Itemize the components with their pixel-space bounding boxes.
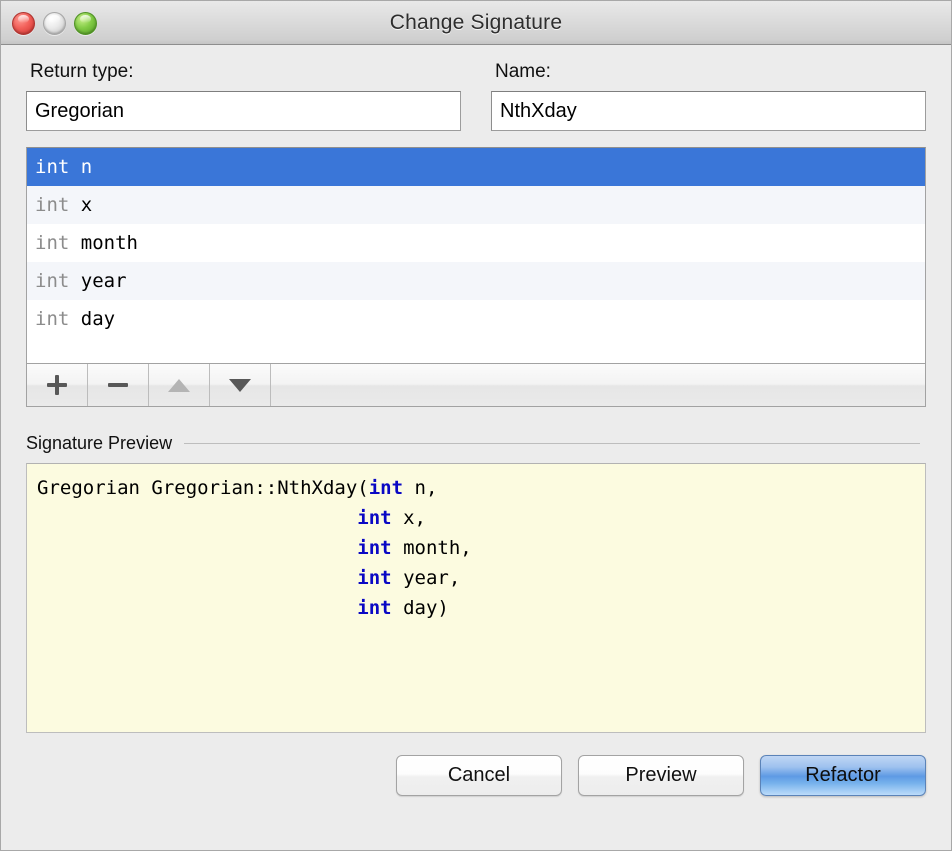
cancel-button[interactable]: Cancel — [396, 755, 562, 796]
parameter-name: year — [69, 270, 126, 292]
name-input[interactable] — [491, 91, 926, 131]
keyword-token: int — [369, 477, 403, 499]
zoom-icon[interactable] — [74, 12, 97, 35]
move-up-button[interactable] — [149, 364, 210, 406]
parameter-type: int — [35, 156, 69, 178]
triangle-up-icon — [168, 379, 190, 392]
parameter-toolbar — [26, 364, 926, 407]
change-signature-dialog: Change Signature Return type: Name: int … — [0, 0, 952, 851]
minimize-icon[interactable] — [43, 12, 66, 35]
move-down-button[interactable] — [210, 364, 271, 406]
signature-preview-text: Gregorian Gregorian::NthXday(int n, int … — [26, 463, 926, 733]
minus-icon — [108, 375, 128, 395]
keyword-token: int — [357, 597, 391, 619]
parameter-row[interactable]: int x — [27, 186, 925, 224]
parameter-type: int — [35, 194, 69, 216]
parameter-list-empty-area[interactable] — [27, 338, 925, 363]
parameter-list-container: int nint xint monthint yearint day — [26, 147, 926, 364]
parameter-name: n — [69, 156, 92, 178]
parameter-row[interactable]: int day — [27, 300, 925, 338]
return-type-label: Return type: — [30, 61, 461, 83]
add-parameter-button[interactable] — [27, 364, 88, 406]
parameter-name: x — [69, 194, 92, 216]
keyword-token: int — [357, 567, 391, 589]
parameter-row[interactable]: int month — [27, 224, 925, 262]
window-title: Change Signature — [1, 11, 951, 35]
parameter-type: int — [35, 232, 69, 254]
dialog-content: Return type: Name: int nint xint monthin… — [1, 45, 951, 816]
parameter-name: day — [69, 308, 115, 330]
triangle-down-icon — [229, 379, 251, 392]
plus-icon — [47, 375, 67, 395]
name-label: Name: — [495, 61, 926, 83]
group-divider — [184, 443, 920, 444]
keyword-token: int — [357, 537, 391, 559]
parameter-type: int — [35, 270, 69, 292]
remove-parameter-button[interactable] — [88, 364, 149, 406]
name-group: Name: — [491, 61, 926, 131]
parameter-name: month — [69, 232, 138, 254]
title-bar: Change Signature — [1, 1, 951, 45]
parameter-list[interactable]: int nint xint monthint yearint day — [27, 148, 925, 363]
window-controls — [12, 1, 97, 45]
signature-preview-header: Signature Preview — [26, 433, 926, 454]
parameter-row[interactable]: int year — [27, 262, 925, 300]
toolbar-spacer — [271, 364, 925, 406]
return-type-input[interactable] — [26, 91, 461, 131]
parameter-row[interactable]: int n — [27, 148, 925, 186]
return-type-group: Return type: — [26, 61, 461, 131]
top-fields: Return type: Name: — [26, 45, 926, 131]
close-icon[interactable] — [12, 12, 35, 35]
refactor-button[interactable]: Refactor — [760, 755, 926, 796]
signature-preview-title: Signature Preview — [26, 433, 172, 454]
dialog-button-bar: Cancel Preview Refactor — [26, 755, 926, 816]
keyword-token: int — [357, 507, 391, 529]
preview-button[interactable]: Preview — [578, 755, 744, 796]
parameter-type: int — [35, 308, 69, 330]
